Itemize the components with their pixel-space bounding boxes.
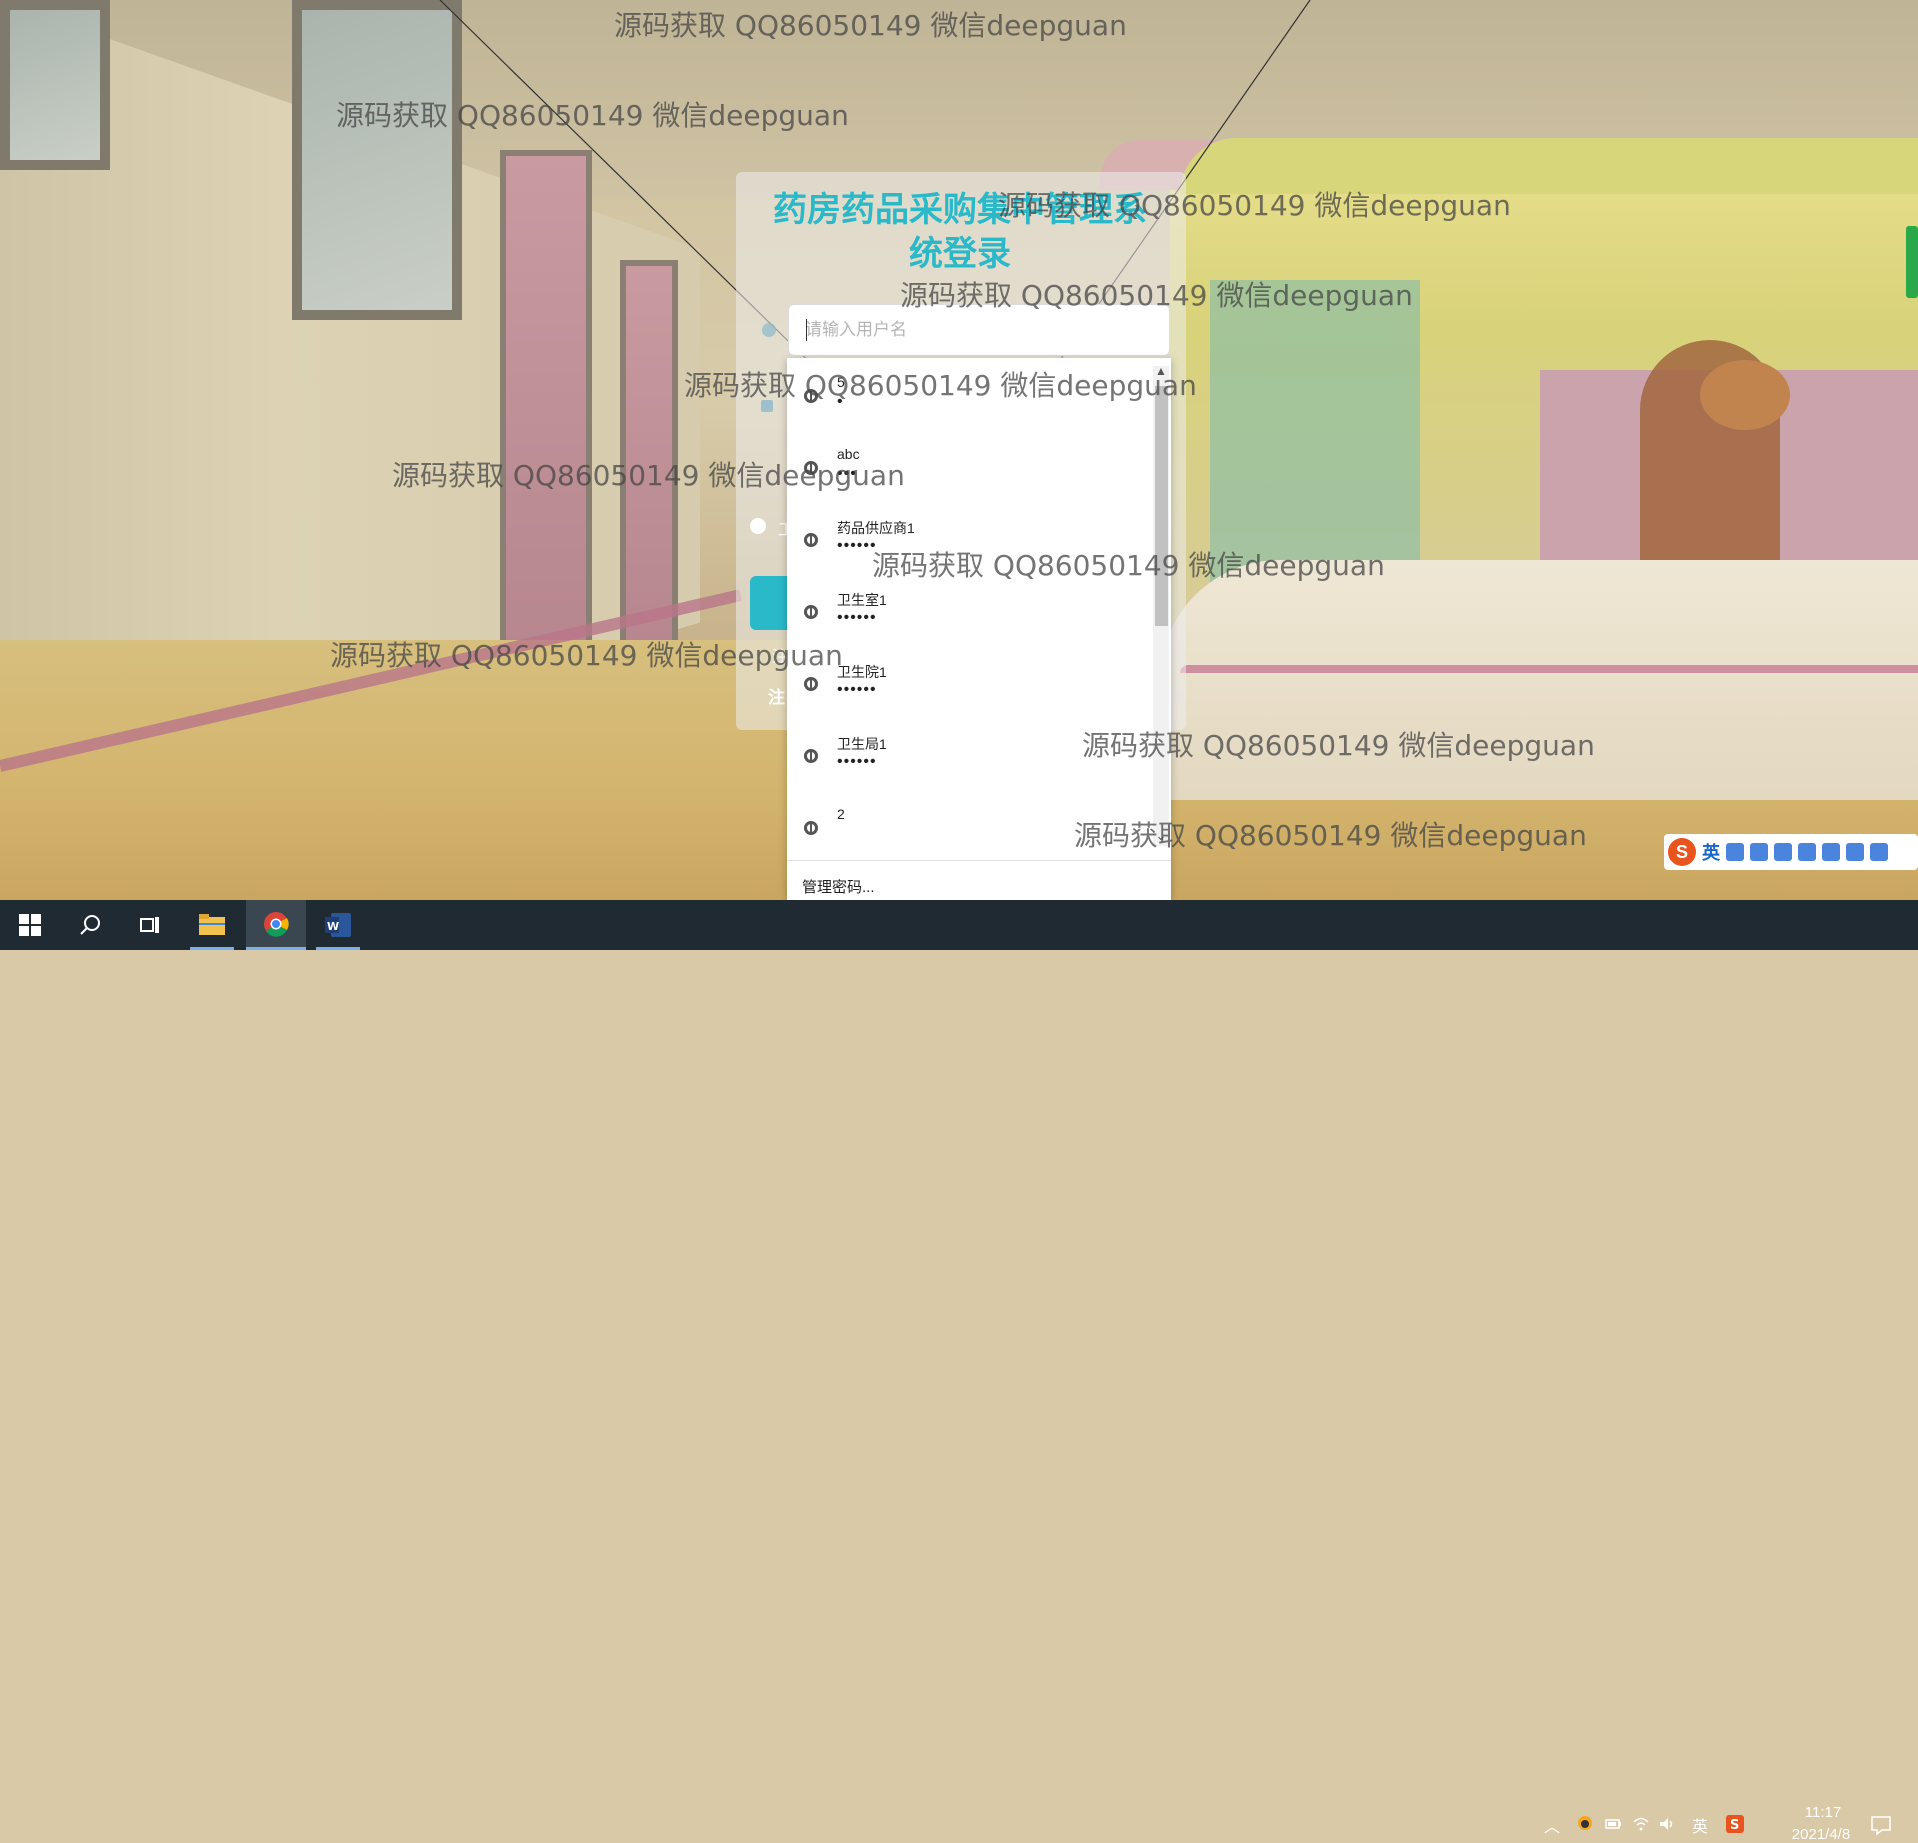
autocomplete-scroll-thumb[interactable] [1155, 386, 1168, 626]
manage-passwords-link[interactable]: 管理密码... [802, 876, 875, 897]
file-explorer-button[interactable] [182, 900, 242, 950]
word-button[interactable]: W [308, 900, 368, 950]
search-button[interactable] [60, 900, 120, 950]
watermark: 源码获取 QQ86050149 微信deepguan [392, 459, 905, 492]
word-icon: W [325, 913, 351, 937]
taskbar: W ︿ 英 S 11:17 2021/4/8 [0, 900, 1918, 1843]
globe-key-icon [804, 749, 818, 763]
file-explorer-icon [199, 914, 225, 935]
battery-icon[interactable] [1604, 1815, 1622, 1833]
skin-icon[interactable] [1846, 843, 1864, 861]
user-icon[interactable] [1822, 843, 1840, 861]
show-hidden-icons-icon[interactable]: ︿ [1544, 1813, 1560, 1837]
autocomplete-username: 药品供应商1 [837, 520, 915, 536]
sogou-logo-icon[interactable]: S [1668, 838, 1696, 866]
role-radio[interactable] [750, 518, 766, 534]
text-caret [806, 319, 807, 341]
globe-key-icon [804, 821, 818, 835]
sogou-tray-icon[interactable]: S [1726, 1815, 1744, 1833]
globe-key-icon [804, 605, 818, 619]
wifi-icon[interactable] [1632, 1815, 1650, 1833]
clock-time[interactable]: 11:17 [1788, 1804, 1858, 1821]
start-button[interactable] [0, 900, 60, 950]
clock-date[interactable]: 2021/4/8 [1776, 1826, 1866, 1843]
side-indicator [1906, 226, 1918, 298]
task-view-icon [140, 917, 159, 933]
globe-key-icon [804, 677, 818, 691]
autocomplete-username: 卫生院1 [837, 664, 887, 680]
punctuation-icon[interactable] [1726, 843, 1744, 861]
ime-language-toggle[interactable]: 英 [1702, 839, 1720, 865]
watermark: 源码获取 QQ86050149 微信deepguan [614, 9, 1127, 42]
keyboard-icon[interactable] [1798, 843, 1816, 861]
autocomplete-username: 2 [837, 806, 845, 822]
watermark: 源码获取 QQ86050149 微信deepguan [872, 549, 1385, 582]
globe-key-icon [804, 533, 818, 547]
search-icon [80, 915, 100, 935]
qq-tray-icon[interactable] [1576, 1815, 1594, 1833]
task-view-button[interactable] [120, 900, 180, 950]
chrome-icon [264, 911, 289, 937]
volume-icon[interactable] [1658, 1815, 1676, 1833]
notification-center-icon[interactable] [1870, 1814, 1892, 1836]
svg-text:S: S [1730, 1818, 1739, 1833]
watermark: 源码获取 QQ86050149 微信deepguan [1082, 729, 1595, 762]
emoji-icon[interactable] [1750, 843, 1768, 861]
autocomplete-divider [787, 860, 1171, 861]
watermark: 源码获取 QQ86050149 微信deepguan [998, 189, 1511, 222]
autocomplete-username: 卫生局1 [837, 736, 887, 752]
user-icon [762, 323, 776, 337]
microphone-icon[interactable] [1774, 843, 1792, 861]
ime-toolbar[interactable]: S 英 [1664, 834, 1918, 870]
autocomplete-password: •••••• [837, 681, 877, 698]
watermark: 源码获取 QQ86050149 微信deepguan [1074, 819, 1587, 852]
svg-text:W: W [327, 920, 339, 933]
grid-menu-icon[interactable] [1870, 843, 1888, 861]
autocomplete-password: •••••• [837, 609, 877, 626]
watermark: 源码获取 QQ86050149 微信deepguan [684, 369, 1197, 402]
watermark: 源码获取 QQ86050149 微信deepguan [330, 639, 843, 672]
autocomplete-password: •••••• [837, 537, 877, 554]
chrome-button[interactable] [246, 900, 306, 950]
input-language-indicator[interactable]: 英 [1692, 1813, 1708, 1837]
register-link[interactable]: 注 [768, 683, 785, 708]
autocomplete-username: 卫生室1 [837, 592, 887, 608]
watermark: 源码获取 QQ86050149 微信deepguan [336, 99, 849, 132]
watermark: 源码获取 QQ86050149 微信deepguan [900, 279, 1413, 312]
autocomplete-password: •••••• [837, 753, 877, 770]
windows-start-icon [19, 914, 41, 936]
